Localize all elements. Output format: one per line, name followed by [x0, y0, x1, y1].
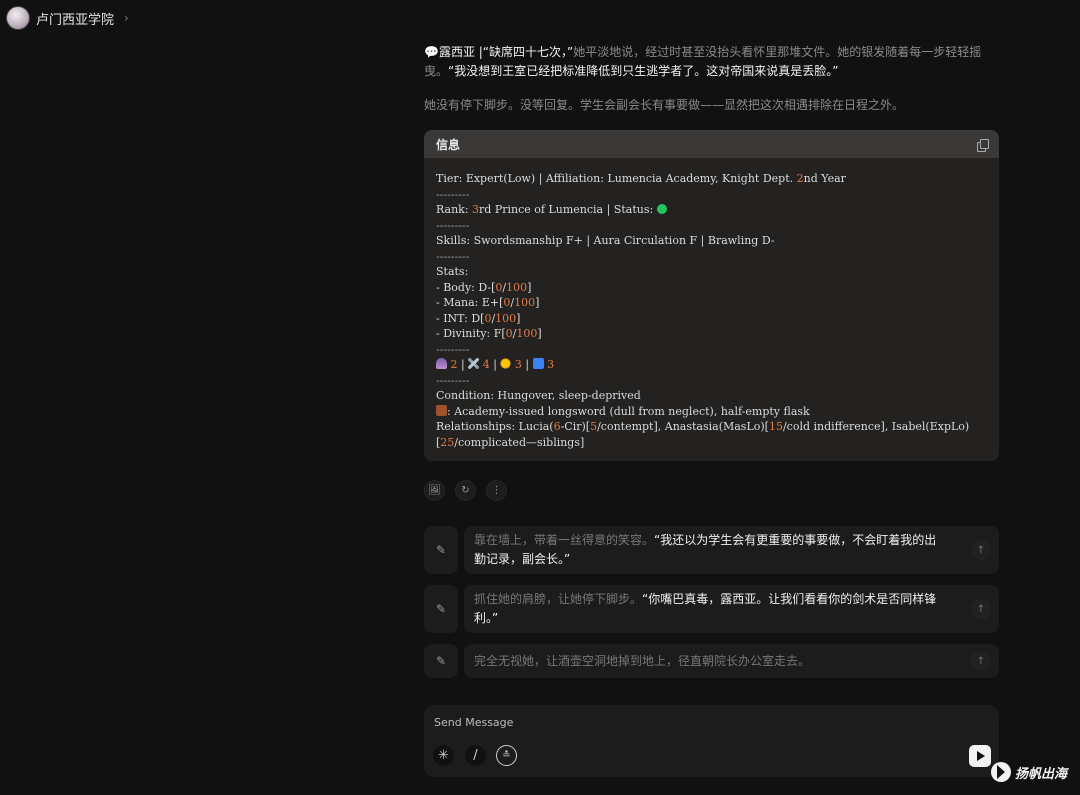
dialogue-quote: 露西亚 |“缺席四十七次，” — [438, 45, 574, 59]
chevron-right-icon[interactable]: › — [124, 11, 129, 25]
regenerate-icon[interactable]: ↻ — [455, 480, 476, 501]
suggestion-row: ✎ 抓住她的肩膀，让她停下脚步。“你嘴巴真毒，露西亚。让我们看看你的剑术是否同样… — [424, 585, 999, 633]
watermark: 扬帆出海 — [991, 762, 1067, 782]
skills-line: Skills: Swordsmanship F+ | Aura Circulat… — [436, 234, 775, 247]
crossed-swords-emoji-icon — [468, 358, 480, 369]
more-options-icon[interactable]: ⋮ — [486, 480, 507, 501]
app-title[interactable]: 卢门西亚学院 — [36, 9, 114, 28]
send-arrow-icon[interactable]: ↑ — [971, 651, 991, 671]
stats-heading: Stats: — [436, 265, 469, 278]
suggestion-text: 靠在墙上，带着一丝得意的笑容。“我还以为学生会有更重要的事要做，不会盯着我的出勤… — [474, 533, 937, 566]
separator: --------- — [436, 218, 470, 232]
status-green-dot-icon — [656, 204, 667, 214]
stat-divinity: - Divinity: F[0/100] — [436, 327, 542, 340]
sail-logo-icon — [991, 762, 1011, 782]
message-actions: 🖼 ↻ ⋮ — [424, 480, 507, 501]
info-box-body: Tier: Expert(Low) | Affiliation: Lumenci… — [424, 158, 999, 450]
suggestion-text: 抓住她的肩膀，让她停下脚步。“你嘴巴真毒，露西亚。让我们看看你的剑术是否同样锋利… — [474, 592, 937, 625]
send-arrow-icon[interactable]: ↑ — [971, 599, 991, 619]
speech-bubble-icon: 💬 — [424, 45, 439, 59]
status-info-box: 信息 Tier: Expert(Low) | Affiliation: Lume… — [424, 130, 999, 461]
sparkle-icon[interactable]: ✳ — [433, 745, 454, 766]
edit-icon[interactable]: ✎ — [424, 526, 458, 574]
suggestion-row: ✎ 完全无视她，让酒壶空洞地掉到地上，径直朝院长办公室走去。 ↑ — [424, 644, 999, 678]
suggestion-text: 完全无视她，让酒壶空洞地掉到地上，径直朝院长办公室走去。 — [474, 653, 811, 668]
resource-counts: 2 | 4 | 3 | 3 — [436, 357, 987, 373]
message-input[interactable] — [434, 716, 934, 729]
assistant-message: 💬露西亚 |“缺席四十七次，”她平淡地说，经过时甚至没抬头看怀里那堆文件。她的银… — [424, 43, 1000, 81]
dialogue-quote: “我没想到王室已经把标准降低到只生逃学者了。这对帝国来说真是丢脸。” — [448, 64, 839, 78]
separator: --------- — [436, 249, 470, 263]
separator: --------- — [436, 187, 470, 201]
suggestion-row: ✎ 靠在墙上，带着一丝得意的笑容。“我还以为学生会有更重要的事要做，不会盯着我的… — [424, 526, 999, 574]
briefcase-emoji-icon — [436, 404, 447, 416]
image-icon[interactable]: 🖼 — [424, 480, 445, 501]
separator: --------- — [436, 373, 470, 387]
avatar[interactable] — [6, 6, 30, 30]
copy-icon[interactable] — [977, 138, 989, 152]
info-box-header: 信息 — [424, 130, 999, 158]
stat-body: - Body: D-[0/100] — [436, 280, 532, 294]
relationships-line-cont: [25/complicated—siblings] — [436, 435, 585, 449]
relationships-line: Relationships: Lucia(6-Cir)[5/contempt],… — [436, 420, 970, 433]
message-composer: ✳ / ≛ — [424, 705, 999, 777]
condition-line: Condition: Hungover, sleep-deprived — [436, 389, 641, 402]
add-prompt-icon[interactable]: ≛ — [496, 745, 517, 766]
slash-command-icon[interactable]: / — [465, 745, 486, 766]
stat-mana: - Mana: E+[0/100] — [436, 296, 540, 309]
send-arrow-icon[interactable]: ↑ — [971, 540, 991, 560]
suggestion-option[interactable]: 抓住她的肩膀，让她停下脚步。“你嘴巴真毒，露西亚。让我们看看你的剑术是否同样锋利… — [464, 585, 999, 633]
info-box-title: 信息 — [436, 137, 461, 152]
rank-line: Rank: 3rd Prince of Lumencia | Status: — [436, 202, 987, 218]
book-emoji-icon — [532, 358, 544, 369]
sun-emoji-icon — [500, 358, 512, 369]
stat-int: - INT: D[0/100] — [436, 311, 521, 325]
suggestion-option[interactable]: 完全无视她，让酒壶空洞地掉到地上，径直朝院长办公室走去。 ↑ — [464, 644, 999, 678]
tier-line: Tier: Expert(Low) | Affiliation: Lumenci… — [436, 172, 846, 185]
mage-emoji-icon — [436, 358, 447, 369]
edit-icon[interactable]: ✎ — [424, 644, 458, 678]
separator: --------- — [436, 342, 470, 356]
watermark-text: 扬帆出海 — [1015, 766, 1068, 782]
edit-icon[interactable]: ✎ — [424, 585, 458, 633]
equipment-line: : Academy-issued longsword (dull from ne… — [436, 404, 987, 420]
suggestion-option[interactable]: 靠在墙上，带着一丝得意的笑容。“我还以为学生会有更重要的事要做，不会盯着我的出勤… — [464, 526, 999, 574]
narration-paragraph: 她没有停下脚步。没等回复。学生会副会长有事要做——显然把这次相遇排除在日程之外。 — [424, 98, 905, 112]
send-button[interactable] — [969, 745, 991, 767]
top-bar: 卢门西亚学院 › — [0, 0, 129, 36]
